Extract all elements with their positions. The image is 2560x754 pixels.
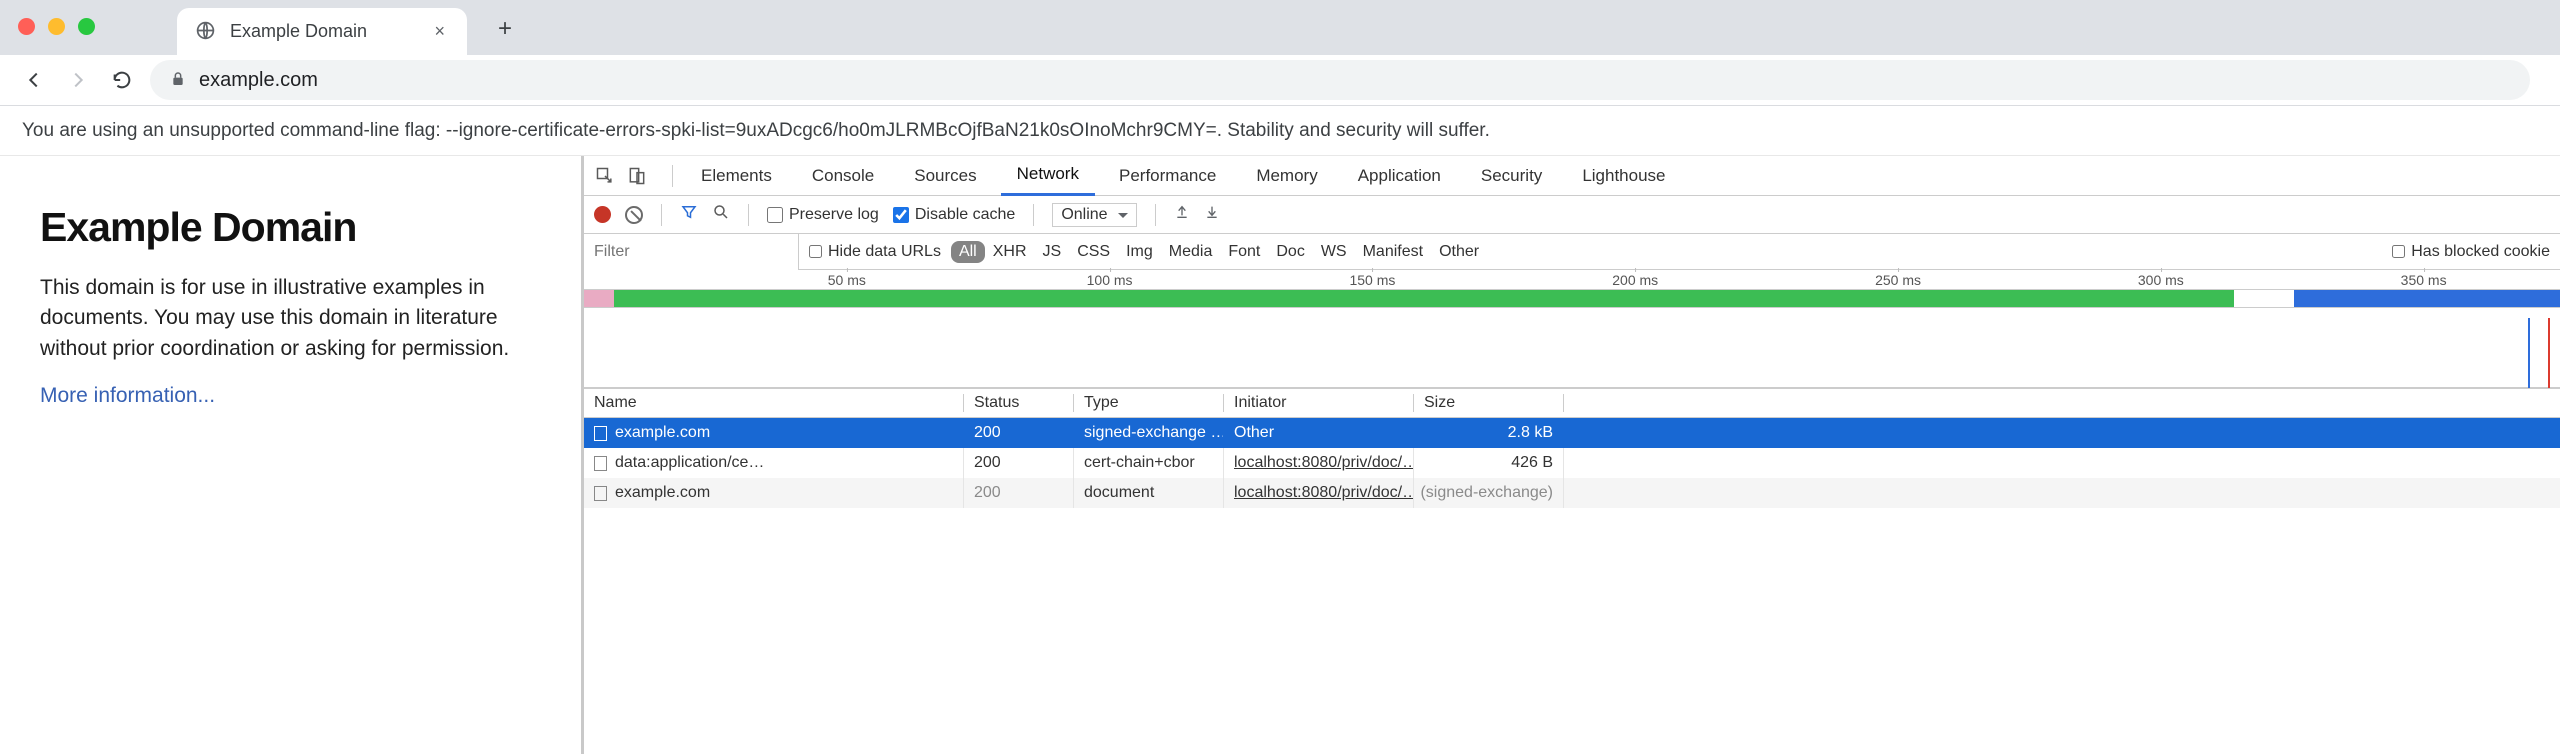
- filter-chip-media[interactable]: Media: [1161, 243, 1221, 261]
- clear-button[interactable]: [625, 206, 643, 224]
- disable-cache-label: Disable cache: [915, 206, 1016, 224]
- disable-cache-checkbox[interactable]: Disable cache: [893, 206, 1016, 224]
- separator: [748, 204, 749, 226]
- globe-icon: [195, 20, 216, 44]
- timeline-ruler[interactable]: 50 ms 100 ms 150 ms 200 ms 250 ms 300 ms 350 m…: [584, 270, 2560, 290]
- address-bar[interactable]: example.com: [150, 60, 2530, 100]
- column-initiator[interactable]: Initiator: [1224, 394, 1414, 412]
- ruler-tick: 150 ms: [1349, 272, 1395, 288]
- traffic-close[interactable]: [18, 18, 35, 35]
- record-button[interactable]: [594, 206, 611, 223]
- warning-text: You are using an unsupported command-lin…: [22, 120, 1490, 142]
- throttling-select[interactable]: Online: [1052, 203, 1136, 227]
- filter-input[interactable]: [584, 234, 799, 270]
- window-controls: [18, 18, 95, 35]
- separator: [1155, 204, 1156, 226]
- close-tab-icon[interactable]: ×: [430, 21, 449, 42]
- devtools-tab-lighthouse[interactable]: Lighthouse: [1566, 156, 1681, 196]
- network-filter-bar: Hide data URLs AllXHRJSCSSImgMediaFontDo…: [584, 234, 2560, 270]
- preserve-log-label: Preserve log: [789, 206, 879, 224]
- preserve-log-checkbox[interactable]: Preserve log: [767, 206, 879, 224]
- filter-chip-xhr[interactable]: XHR: [985, 243, 1035, 261]
- devtools-tab-application[interactable]: Application: [1342, 156, 1457, 196]
- filter-chip-other[interactable]: Other: [1431, 243, 1487, 261]
- ruler-tick: 100 ms: [1087, 272, 1133, 288]
- has-blocked-cookies-checkbox[interactable]: Has blocked cookie: [2382, 243, 2560, 261]
- file-icon: [594, 426, 607, 441]
- url-text: example.com: [199, 69, 318, 92]
- devtools-tab-network[interactable]: Network: [1001, 156, 1095, 196]
- request-name: example.com: [615, 484, 710, 502]
- forward-button[interactable]: [62, 64, 94, 96]
- network-table-header[interactable]: NameStatusTypeInitiatorSize: [584, 388, 2560, 418]
- hide-data-urls-checkbox[interactable]: Hide data URLs: [799, 243, 951, 261]
- back-button[interactable]: [18, 64, 50, 96]
- separator: [672, 165, 673, 187]
- filter-chip-js[interactable]: JS: [1035, 243, 1070, 261]
- separator: [661, 204, 662, 226]
- network-request-row[interactable]: example.com200signed-exchange …Other2.8 …: [584, 418, 2560, 448]
- ruler-tick: 50 ms: [828, 272, 866, 288]
- page-paragraph: This domain is for use in illustrative e…: [40, 273, 541, 364]
- request-name: example.com: [615, 424, 710, 442]
- toolbar: example.com: [0, 55, 2560, 106]
- inspect-element-icon[interactable]: [592, 163, 618, 189]
- page-content: Example Domain This domain is for use in…: [0, 156, 584, 754]
- tab-title: Example Domain: [230, 21, 416, 42]
- network-request-row[interactable]: data:application/ce…200cert-chain+cborlo…: [584, 448, 2560, 478]
- request-name: data:application/ce…: [615, 454, 764, 472]
- tab-strip: Example Domain × +: [0, 0, 2560, 55]
- browser-tab[interactable]: Example Domain ×: [177, 8, 467, 55]
- devtools-tab-elements[interactable]: Elements: [685, 156, 788, 196]
- waterfall-area[interactable]: [584, 308, 2560, 388]
- page-heading: Example Domain: [40, 204, 541, 251]
- ruler-tick: 300 ms: [2138, 272, 2184, 288]
- hide-data-urls-label: Hide data URLs: [828, 243, 941, 261]
- devtools-tab-memory[interactable]: Memory: [1240, 156, 1333, 196]
- devtools-tab-performance[interactable]: Performance: [1103, 156, 1232, 196]
- upload-har-icon[interactable]: [1174, 203, 1190, 226]
- has-blocked-cookies-label: Has blocked cookie: [2411, 243, 2550, 261]
- filter-chip-css[interactable]: CSS: [1069, 243, 1118, 261]
- traffic-min[interactable]: [48, 18, 65, 35]
- new-tab-button[interactable]: +: [490, 15, 520, 43]
- filter-chip-all[interactable]: All: [951, 241, 985, 263]
- devtools-tabs: ElementsConsoleSourcesNetworkPerformance…: [584, 156, 2560, 196]
- file-icon: [594, 456, 607, 471]
- search-icon[interactable]: [712, 203, 730, 226]
- filter-chip-img[interactable]: Img: [1118, 243, 1161, 261]
- filter-chip-font[interactable]: Font: [1220, 243, 1268, 261]
- devtools-tab-console[interactable]: Console: [796, 156, 890, 196]
- filter-chip-manifest[interactable]: Manifest: [1355, 243, 1431, 261]
- devtools-tab-sources[interactable]: Sources: [898, 156, 992, 196]
- network-action-bar: Preserve log Disable cache Online: [584, 196, 2560, 234]
- filter-chip-ws[interactable]: WS: [1313, 243, 1355, 261]
- devtools-tab-security[interactable]: Security: [1465, 156, 1558, 196]
- more-info-link[interactable]: More information...: [40, 384, 215, 407]
- warning-bar: You are using an unsupported command-lin…: [0, 106, 2560, 156]
- reload-button[interactable]: [106, 64, 138, 96]
- column-type[interactable]: Type: [1074, 394, 1224, 412]
- ruler-tick: 250 ms: [1875, 272, 1921, 288]
- ruler-tick: 200 ms: [1612, 272, 1658, 288]
- filter-chip-doc[interactable]: Doc: [1268, 243, 1312, 261]
- column-name[interactable]: Name: [584, 394, 964, 412]
- separator: [1033, 204, 1034, 226]
- timeline-overview[interactable]: [584, 290, 2560, 308]
- file-icon: [594, 486, 607, 501]
- download-har-icon[interactable]: [1204, 203, 1220, 226]
- traffic-max[interactable]: [78, 18, 95, 35]
- filter-icon[interactable]: [680, 203, 698, 226]
- devtools: ElementsConsoleSourcesNetworkPerformance…: [584, 156, 2560, 754]
- network-table-body: example.com200signed-exchange …Other2.8 …: [584, 418, 2560, 508]
- column-size[interactable]: Size: [1414, 394, 1564, 412]
- network-request-row[interactable]: example.com200documentlocalhost:8080/pri…: [584, 478, 2560, 508]
- device-toggle-icon[interactable]: [624, 163, 650, 189]
- lock-icon: [170, 70, 186, 91]
- column-status[interactable]: Status: [964, 394, 1074, 412]
- ruler-tick: 350 ms: [2401, 272, 2447, 288]
